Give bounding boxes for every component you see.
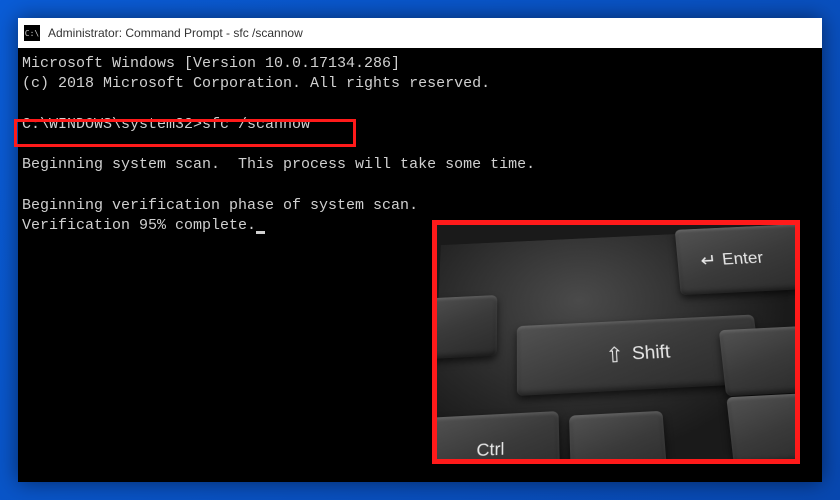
keyboard-key-blank [719,326,800,396]
terminal-line: (c) 2018 Microsoft Corporation. All righ… [22,74,818,94]
terminal-line [22,135,818,155]
enter-arrow-icon: ↵ [699,249,717,271]
cmd-icon: C:\ [24,25,40,41]
terminal-line [22,176,818,196]
keyboard-key-blank [432,295,497,360]
terminal-line: Microsoft Windows [Version 10.0.17134.28… [22,54,818,74]
enter-key-label: Enter [721,249,764,269]
terminal-line [22,95,818,115]
keyboard-key-blank [569,411,668,464]
keyboard-key-blank [726,392,800,464]
keyboard-key-ctrl: Ctrl [432,411,560,464]
titlebar[interactable]: C:\ Administrator: Command Prompt - sfc … [18,18,822,48]
cursor [256,231,265,234]
keyboard-inset-image: ↵ Enter ⇧ Shift Ctrl [432,220,800,464]
ctrl-key-label: Ctrl [476,439,504,462]
terminal-line: Beginning system scan. This process will… [22,155,818,175]
terminal-line: Beginning verification phase of system s… [22,196,818,216]
keyboard-key-enter: ↵ Enter [675,223,800,295]
window-title: Administrator: Command Prompt - sfc /sca… [48,26,303,40]
terminal-output[interactable]: Microsoft Windows [Version 10.0.17134.28… [18,48,822,242]
terminal-prompt-line: C:\WINDOWS\system32>sfc /scannow [22,115,818,135]
shift-key-label: Shift [631,342,671,365]
shift-arrow-icon: ⇧ [605,343,625,369]
